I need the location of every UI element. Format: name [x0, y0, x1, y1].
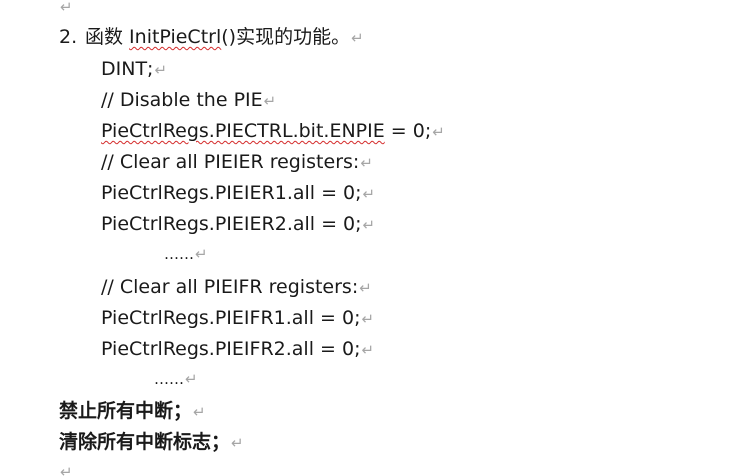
ellipsis-line-1: ……↵	[164, 242, 208, 266]
code-line-ifr2: PieCtrlRegs.PIEIFR2.all = 0;↵	[101, 337, 374, 361]
code-line-ier1: PieCtrlRegs.PIEIER1.all = 0;↵	[101, 181, 375, 205]
code-line-ifr1: PieCtrlRegs.PIEIFR1.all = 0;↵	[101, 306, 374, 330]
code-comment-clear-ifr: // Clear all PIEIFR registers:↵	[101, 275, 372, 299]
paragraph-mark-icon: ↵	[362, 185, 376, 203]
ellipsis-line-2: ……↵	[154, 367, 198, 391]
code-comment-clear-ier: // Clear all PIEIER registers:↵	[101, 150, 373, 174]
ellipsis-text: ……	[154, 370, 184, 388]
code-text: // Clear all PIEIFR registers:	[101, 276, 359, 298]
empty-paragraph-top: ↵	[59, 0, 73, 18]
paragraph-mark-icon: ↵	[60, 463, 73, 476]
code-text: PieCtrlRegs.PIEIER1.all = 0;	[101, 182, 362, 204]
heading-prefix: 函数	[85, 26, 130, 48]
paragraph-mark-icon: ↵	[263, 92, 277, 110]
paragraph-mark-icon: ↵	[432, 123, 445, 141]
list-number: 2.	[59, 26, 78, 48]
paragraph-mark-icon: ↵	[361, 341, 375, 359]
code-text-enpie: PieCtrlRegs.PIECTRL.bit.ENPIE	[101, 120, 385, 142]
code-line-ier2: PieCtrlRegs.PIEIER2.all = 0;↵	[101, 212, 375, 236]
paragraph-mark-icon: ↵	[362, 216, 376, 234]
paragraph-mark-icon: ↵	[60, 0, 73, 16]
ellipsis-text: ……	[164, 245, 194, 263]
code-text-assign: = 0;	[384, 120, 432, 142]
code-line-dint: DINT;↵	[101, 57, 167, 81]
paragraph-mark-icon: ↵	[361, 310, 375, 328]
empty-paragraph-bottom: ↵	[59, 459, 73, 476]
paragraph-mark-icon: ↵	[231, 434, 244, 452]
paragraph-mark-icon: ↵	[351, 29, 364, 47]
paragraph-mark-icon: ↵	[359, 279, 372, 297]
answer-line-2: 清除所有中断标志；↵	[59, 430, 244, 454]
code-text: // Clear all PIEIER registers:	[101, 151, 360, 173]
code-text: PieCtrlRegs.PIEIFR2.all = 0;	[101, 338, 361, 360]
code-comment-disable: // Disable the PIE↵	[101, 88, 276, 112]
code-text: // Disable the PIE	[101, 89, 263, 111]
paragraph-mark-icon: ↵	[185, 370, 198, 388]
paragraph-mark-icon: ↵	[360, 154, 373, 172]
code-text: PieCtrlRegs.PIEIFR1.all = 0;	[101, 307, 361, 329]
function-name: InitPieCtrl	[129, 26, 222, 48]
document-page: ↵ 2. 函数 InitPieCtrl()实现的功能。↵ DINT;↵ // Di…	[0, 0, 745, 476]
question-heading: 2. 函数 InitPieCtrl()实现的功能。↵	[59, 25, 364, 49]
paragraph-mark-icon: ↵	[193, 403, 206, 421]
answer-text: 清除所有中断标志；	[59, 431, 231, 453]
paragraph-mark-icon: ↵	[195, 245, 208, 263]
answer-text: 禁止所有中断；	[59, 400, 193, 422]
code-text: PieCtrlRegs.PIEIER2.all = 0;	[101, 213, 362, 235]
code-text: DINT;	[101, 58, 154, 80]
paragraph-mark-icon: ↵	[154, 61, 168, 79]
heading-suffix: ()实现的功能。	[221, 26, 351, 48]
answer-line-1: 禁止所有中断；↵	[59, 399, 206, 423]
code-line-enpie: PieCtrlRegs.PIECTRL.bit.ENPIE = 0;↵	[101, 119, 445, 143]
